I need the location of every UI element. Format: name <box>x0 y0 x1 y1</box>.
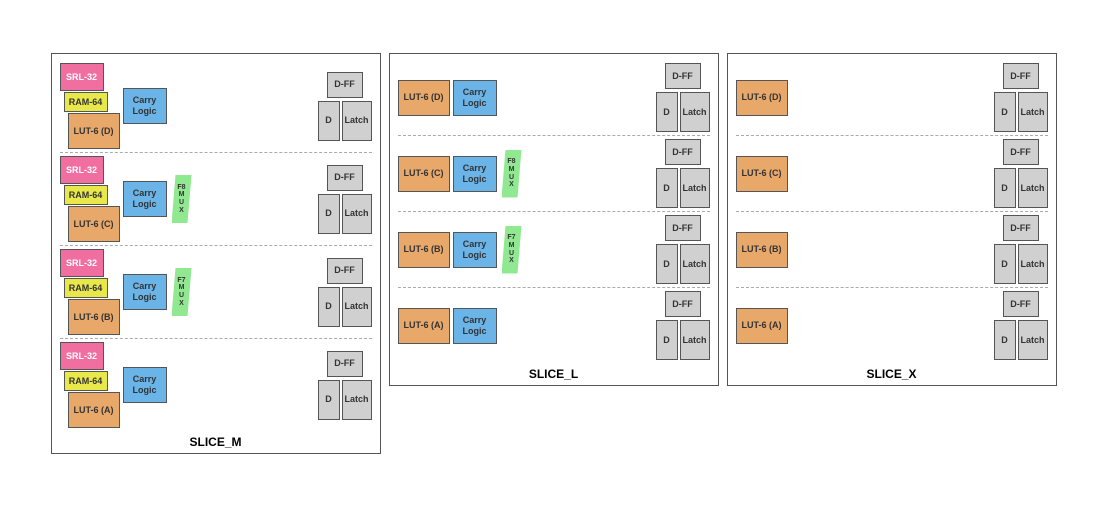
dff-d-x: D-FF <box>1003 63 1039 89</box>
row-d-x: LUT-6 (D) D-FF D Latch <box>736 60 1048 135</box>
lut6d-x: LUT-6 (D) <box>736 80 788 116</box>
slice-m-container: SRL-32 RAM-64 LUT-6 (D) Carry Logic D-FF… <box>51 53 381 454</box>
row-a-l: LUT-6 (A) Carry Logic D-FF D Latch <box>398 287 710 363</box>
dff-d-m: D-FF <box>327 72 363 98</box>
f8mux-l: F8MUX <box>502 150 522 198</box>
ram-64-a-m: RAM-64 <box>64 371 108 391</box>
dlatch-l-c-m: Latch <box>342 194 372 234</box>
lut6d-m: LUT-6 (D) <box>68 113 120 149</box>
slice-m-rows: SRL-32 RAM-64 LUT-6 (D) Carry Logic D-FF… <box>60 60 372 431</box>
dff-a-x: D-FF <box>1003 291 1039 317</box>
row-c-x: LUT-6 (C) D-FF D Latch <box>736 135 1048 211</box>
row-a-m: SRL-32 RAM-64 LUT-6 (A) Carry Logic D-FF… <box>60 338 372 431</box>
dlatch-d-a-l: D <box>656 320 678 360</box>
ram-64-b-m: RAM-64 <box>64 278 108 298</box>
dlatch-d-c-x: D <box>994 168 1016 208</box>
carry-logic-c-l: Carry Logic <box>453 156 497 192</box>
dlatch-l-b-x: Latch <box>1018 244 1048 284</box>
dlatch-l-d-x: Latch <box>1018 92 1048 132</box>
dlatch-d-a-x: D <box>994 320 1016 360</box>
dlatch-l-b-l: Latch <box>680 244 710 284</box>
dlatch-l-d-l: Latch <box>680 92 710 132</box>
lut6c-x: LUT-6 (C) <box>736 156 788 192</box>
dlatch-d-c-l: D <box>656 168 678 208</box>
f7mux-b-l: F7MUX <box>502 226 522 274</box>
carry-logic-b-l: Carry Logic <box>453 232 497 268</box>
f7mux-shape-b-m: F7MUX <box>172 268 192 316</box>
row-b-x: LUT-6 (B) D-FF D Latch <box>736 211 1048 287</box>
dff-b-m: D-FF <box>327 258 363 284</box>
lut6a-x: LUT-6 (A) <box>736 308 788 344</box>
slice-l-rows: LUT-6 (D) Carry Logic D-FF D Latch LUT-6 <box>398 60 710 363</box>
main-container: SRL-32 RAM-64 LUT-6 (D) Carry Logic D-FF… <box>41 43 1067 464</box>
dff-b-l: D-FF <box>665 215 701 241</box>
dff-c-m: D-FF <box>327 165 363 191</box>
carry-logic-c-m: Carry Logic <box>123 181 167 217</box>
row-c-l: LUT-6 (C) Carry Logic F8MUX D-FF D Latch <box>398 135 710 211</box>
lut6a-m: LUT-6 (A) <box>68 392 120 428</box>
dlatch-d-a-m: D <box>318 380 340 420</box>
dlatch-d-b-m: D <box>318 287 340 327</box>
row-d-l: LUT-6 (D) Carry Logic D-FF D Latch <box>398 60 710 135</box>
slice-x-rows: LUT-6 (D) D-FF D Latch LUT-6 (C) D-FF <box>736 60 1048 363</box>
f7mux-b-m: F7MUX <box>172 268 192 316</box>
row-c-m: SRL-32 RAM-64 LUT-6 (C) Carry Logic F8MU… <box>60 152 372 245</box>
slice-l-container: LUT-6 (D) Carry Logic D-FF D Latch LUT-6 <box>389 53 719 386</box>
dlatch-d-d-x: D <box>994 92 1016 132</box>
lut6d-l: LUT-6 (D) <box>398 80 450 116</box>
f8mux-shape-m: F8MUX <box>172 175 192 223</box>
lut6c-l: LUT-6 (C) <box>398 156 450 192</box>
dlatch-d-c-m: D <box>318 194 340 234</box>
dlatch-d-d-l: D <box>656 92 678 132</box>
dlatch-d-d-m: D <box>318 101 340 141</box>
dlatch-l-c-l: Latch <box>680 168 710 208</box>
f8mux-shape-l: F8MUX <box>502 150 522 198</box>
dlatch-l-a-l: Latch <box>680 320 710 360</box>
row-b-l: LUT-6 (B) Carry Logic F7MUX D-FF D Latch <box>398 211 710 287</box>
row-b-m: SRL-32 RAM-64 LUT-6 (B) Carry Logic F7MU… <box>60 245 372 338</box>
lut6b-m: LUT-6 (B) <box>68 299 120 335</box>
dlatch-d-b-l: D <box>656 244 678 284</box>
slice-x-label: SLICE_X <box>736 367 1048 381</box>
dlatch-l-a-m: Latch <box>342 380 372 420</box>
dlatch-l-c-x: Latch <box>1018 168 1048 208</box>
srl-32-d-m: SRL-32 <box>60 63 104 91</box>
dff-d-l: D-FF <box>665 63 701 89</box>
lut6c-m: LUT-6 (C) <box>68 206 120 242</box>
dff-c-l: D-FF <box>665 139 701 165</box>
row-a-x: LUT-6 (A) D-FF D Latch <box>736 287 1048 363</box>
srl-32-c-m: SRL-32 <box>60 156 104 184</box>
lut6b-l: LUT-6 (B) <box>398 232 450 268</box>
row-d-m: SRL-32 RAM-64 LUT-6 (D) Carry Logic D-FF… <box>60 60 372 152</box>
carry-logic-a-l: Carry Logic <box>453 308 497 344</box>
carry-logic-a-m: Carry Logic <box>123 367 167 403</box>
carry-logic-d-l: Carry Logic <box>453 80 497 116</box>
slice-l-label: SLICE_L <box>398 367 710 381</box>
f8mux-m: F8MUX <box>172 175 192 223</box>
dlatch-l-a-x: Latch <box>1018 320 1048 360</box>
ram-64-d-m: RAM-64 <box>64 92 108 112</box>
slice-x-container: LUT-6 (D) D-FF D Latch LUT-6 (C) D-FF <box>727 53 1057 386</box>
dff-b-x: D-FF <box>1003 215 1039 241</box>
slice-m-label: SLICE_M <box>60 435 372 449</box>
srl-32-b-m: SRL-32 <box>60 249 104 277</box>
lut6b-x: LUT-6 (B) <box>736 232 788 268</box>
lut6a-l: LUT-6 (A) <box>398 308 450 344</box>
carry-logic-d-m: Carry Logic <box>123 88 167 124</box>
f7mux-shape-b-l: F7MUX <box>502 226 522 274</box>
srl-32-a-m: SRL-32 <box>60 342 104 370</box>
ram-64-c-m: RAM-64 <box>64 185 108 205</box>
dlatch-l-b-m: Latch <box>342 287 372 327</box>
dlatch-d-b-x: D <box>994 244 1016 284</box>
dlatch-l-d-m: Latch <box>342 101 372 141</box>
carry-logic-b-m: Carry Logic <box>123 274 167 310</box>
dff-c-x: D-FF <box>1003 139 1039 165</box>
dff-a-l: D-FF <box>665 291 701 317</box>
dff-a-m: D-FF <box>327 351 363 377</box>
